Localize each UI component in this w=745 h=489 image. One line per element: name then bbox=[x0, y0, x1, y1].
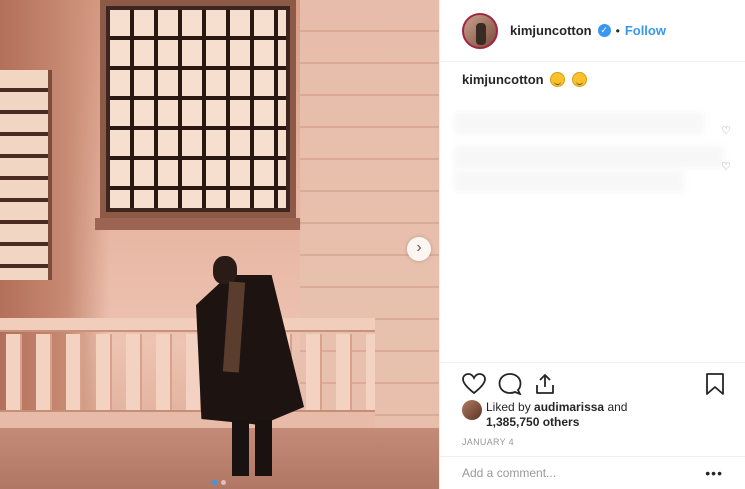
comments-list: ♡ ♡ bbox=[454, 100, 739, 220]
share-icon[interactable] bbox=[534, 373, 556, 400]
likes-prefix: Liked by bbox=[486, 400, 531, 414]
heart-icon[interactable] bbox=[462, 373, 486, 400]
instagram-post: › kimjuncotton ✓ • Follow kimjuncotton ♡… bbox=[0, 0, 745, 489]
likes-count[interactable]: 1,385,750 others bbox=[486, 415, 579, 429]
comment-input[interactable]: Add a comment... bbox=[462, 466, 556, 480]
follow-button[interactable]: Follow bbox=[625, 23, 666, 38]
comment-like-heart-icon[interactable]: ♡ bbox=[721, 124, 731, 137]
header-username[interactable]: kimjuncotton bbox=[510, 23, 592, 38]
carousel-dots bbox=[212, 480, 226, 485]
next-photo-button[interactable]: › bbox=[407, 237, 431, 261]
liker-username[interactable]: audimarissa bbox=[534, 400, 604, 414]
carousel-dot-active bbox=[212, 480, 217, 485]
left-window bbox=[0, 70, 52, 280]
chevron-right-icon: › bbox=[416, 239, 422, 256]
post-header: kimjuncotton ✓ • Follow bbox=[440, 0, 745, 62]
header-separator: • bbox=[615, 23, 620, 38]
carousel-dot bbox=[221, 480, 226, 485]
more-options-icon[interactable]: ••• bbox=[705, 465, 723, 481]
caption-username[interactable]: kimjuncotton bbox=[462, 72, 544, 87]
bookmark-icon[interactable] bbox=[705, 373, 725, 400]
blurred-comment bbox=[454, 112, 704, 134]
post-side-panel: kimjuncotton ✓ • Follow kimjuncotton ♡ ♡ bbox=[439, 0, 745, 489]
balustrade bbox=[0, 318, 375, 428]
post-photo[interactable]: › bbox=[0, 0, 439, 489]
smiling-face-icon bbox=[550, 72, 566, 87]
avatar[interactable] bbox=[462, 12, 498, 49]
blurred-comment bbox=[454, 170, 684, 192]
person-legs bbox=[232, 420, 272, 476]
likes-text: Liked by audimarissa and 1,385,750 other… bbox=[486, 400, 627, 430]
likes-summary: Liked by audimarissa and 1,385,750 other… bbox=[462, 400, 627, 430]
person-head bbox=[213, 256, 237, 284]
action-bar bbox=[440, 362, 745, 402]
person-coat bbox=[196, 275, 304, 425]
comment-box[interactable]: Add a comment... bbox=[440, 456, 745, 489]
caption: kimjuncotton bbox=[462, 72, 587, 87]
likes-and: and bbox=[607, 400, 628, 414]
blurred-comment bbox=[454, 146, 724, 168]
smiling-face-icon bbox=[571, 72, 587, 87]
comment-icon[interactable] bbox=[498, 373, 522, 400]
grand-window bbox=[100, 0, 296, 218]
verified-badge-icon: ✓ bbox=[597, 24, 611, 37]
post-date[interactable]: JANUARY 4 bbox=[462, 437, 514, 447]
liker-avatar[interactable] bbox=[462, 400, 482, 420]
comment-like-heart-icon[interactable]: ♡ bbox=[721, 160, 731, 173]
window-trim bbox=[95, 218, 301, 230]
